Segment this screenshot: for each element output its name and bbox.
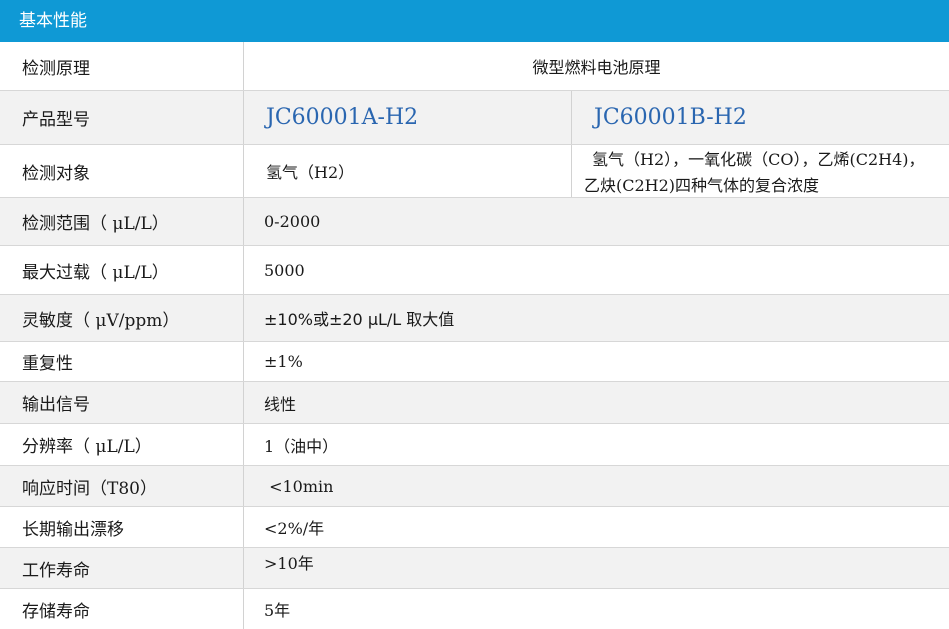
row-value: 线性 (264, 394, 297, 414)
table-row-life: 工作寿命 >10年 (0, 548, 949, 589)
target-a-value: 氢气（H2） (244, 145, 572, 197)
table-row-sensitivity: 灵敏度（ μV/ppm） ±10%或±20 μL/L 取大值 (0, 295, 949, 342)
table-row-model: 产品型号 JC60001A-H2 JC60001B-H2 (0, 91, 949, 145)
table-row-overload: 最大过载（ μL/L） 5000 (0, 246, 949, 295)
target-b-line2: 乙炔(C2H2)四种气体的复合浓度 (584, 176, 820, 195)
table-header: 基本性能 (0, 0, 949, 42)
table-row-target: 检测对象 氢气（H2） 氢气（H2），一氧化碳（CO），乙烯(C2H4)， 乙炔… (0, 145, 949, 198)
table-row-output: 输出信号 线性 (0, 382, 949, 424)
row-label: 长期输出漂移 (0, 507, 244, 547)
table-row-repeatability: 重复性 ±1% (0, 342, 949, 382)
row-value: 微型燃料电池原理 (532, 58, 661, 77)
target-b-value: 氢气（H2），一氧化碳（CO），乙烯(C2H4)， 乙炔(C2H2)四种气体的复… (572, 145, 949, 197)
row-label: 检测范围（ μL/L） (0, 198, 244, 245)
row-label: 工作寿命 (0, 548, 244, 588)
row-label: 存储寿命 (0, 589, 244, 629)
row-label: 产品型号 (0, 91, 244, 144)
row-label: 检测原理 (0, 42, 244, 90)
row-value: ±10%或±20 μL/L 取大值 (264, 310, 455, 329)
table-row-range: 检测范围（ μL/L） 0-2000 (0, 198, 949, 246)
row-label: 分辨率（ μL/L） (0, 424, 244, 465)
row-value: 0-2000 (264, 212, 321, 231)
table-row-drift: 长期输出漂移 <2%/年 (0, 507, 949, 548)
performance-table: 基本性能 检测原理 微型燃料电池原理 产品型号 JC60001A-H2 JC60… (0, 0, 949, 629)
row-label: 响应时间（T80） (0, 466, 244, 506)
model-a-value: JC60001A-H2 (244, 91, 572, 144)
row-value: 5年 (264, 601, 291, 620)
table-row-resolution: 分辨率（ μL/L） 1（油中） (0, 424, 949, 466)
header-title: 基本性能 (19, 11, 87, 31)
row-value: >10年 (264, 554, 314, 573)
row-value: <2%/年 (264, 519, 325, 538)
row-value: <10min (264, 476, 334, 496)
row-value: ±1% (264, 352, 303, 371)
table-row-storage: 存储寿命 5年 (0, 589, 949, 629)
row-label: 输出信号 (0, 382, 244, 423)
model-b-value: JC60001B-H2 (594, 105, 747, 130)
target-b-line1: 氢气（H2），一氧化碳（CO），乙烯(C2H4)， (592, 150, 925, 169)
row-value: 5000 (264, 260, 305, 280)
table-row-principle: 检测原理 微型燃料电池原理 (0, 42, 949, 91)
row-label: 重复性 (0, 342, 244, 381)
row-value: 1（油中） (264, 436, 339, 456)
row-label: 灵敏度（ μV/ppm） (0, 295, 244, 341)
row-label: 检测对象 (0, 145, 244, 197)
row-label: 最大过载（ μL/L） (0, 246, 244, 294)
table-row-response: 响应时间（T80） <10min (0, 466, 949, 507)
